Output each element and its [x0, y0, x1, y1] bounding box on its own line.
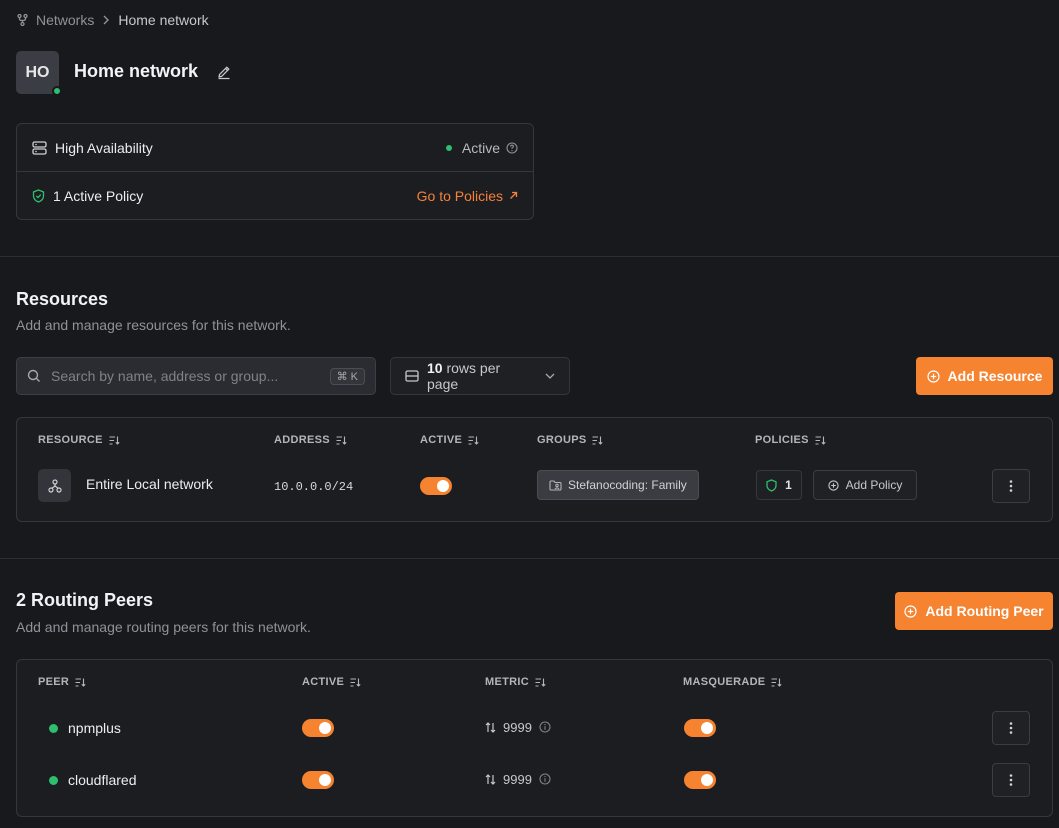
network-icon	[17, 14, 28, 26]
sort-icon	[109, 435, 120, 445]
search-shortcut-badge: ⌘ K	[329, 367, 365, 385]
policy-count-badge[interactable]: 1	[756, 470, 802, 500]
group-badge-label: Stefanocoding: Family	[568, 478, 687, 492]
high-availability-row: High Availability Active	[17, 124, 533, 172]
peer-more-button[interactable]	[992, 711, 1030, 745]
routing-peers-table: PEER ACTIVE METRIC MASQUERADE npmplus 99…	[16, 659, 1053, 817]
sort-icon	[468, 435, 479, 445]
peer-status-dot	[49, 775, 58, 785]
peer-more-button[interactable]	[992, 763, 1030, 797]
resources-subtitle: Add and manage resources for this networ…	[16, 317, 291, 333]
active-policy-label: 1 Active Policy	[53, 187, 144, 204]
rows-count: 10	[427, 360, 443, 376]
add-resource-button[interactable]: Add Resource	[916, 357, 1053, 395]
breadcrumb: Networks Home network	[17, 11, 209, 29]
chevron-down-icon	[545, 373, 555, 379]
sort-icon	[771, 677, 783, 687]
arrow-up-right-icon	[509, 191, 518, 200]
rows-per-page-select[interactable]: 10 rows per page	[390, 357, 570, 395]
plus-circle-icon	[926, 369, 940, 383]
resources-title: Resources	[16, 289, 109, 309]
ha-status-text: Active	[461, 139, 500, 156]
section-divider	[0, 256, 1059, 257]
avatar-initials: HO	[25, 63, 50, 81]
more-vertical-icon	[1009, 722, 1013, 734]
sort-icon	[592, 435, 604, 445]
more-vertical-icon	[1009, 774, 1013, 786]
resources-table: RESOURCE ADDRESS ACTIVE GROUPS POLICIES …	[16, 417, 1053, 522]
edit-name-button[interactable]	[216, 64, 232, 80]
column-header-groups[interactable]: GROUPS	[537, 434, 604, 446]
policy-count: 1	[785, 478, 792, 492]
routing-peers-title: 2 Routing Peers	[16, 590, 154, 610]
peer-metric: 9999	[503, 771, 532, 787]
resource-more-button[interactable]	[992, 469, 1030, 503]
resource-active-toggle[interactable]	[420, 477, 452, 495]
add-routing-peer-label: Add Routing Peer	[925, 603, 1044, 619]
help-icon[interactable]	[506, 141, 518, 154]
routing-peers-subtitle: Add and manage routing peers for this ne…	[16, 619, 311, 635]
breadcrumb-current: Home network	[118, 12, 209, 28]
peer-metric: 9999	[503, 719, 532, 735]
peer-masquerade-toggle[interactable]	[684, 719, 716, 737]
sort-icon	[535, 677, 546, 687]
resource-address: 10.0.0.0/24	[274, 480, 354, 494]
plus-circle-icon	[827, 479, 839, 491]
peer-name: npmplus	[68, 720, 121, 736]
arrows-up-down-icon	[485, 773, 496, 785]
column-header-active[interactable]: ACTIVE	[420, 434, 479, 446]
sort-icon	[815, 435, 826, 445]
resource-search: ⌘ K	[16, 357, 376, 395]
add-policy-button[interactable]: Add Policy	[813, 470, 917, 500]
more-vertical-icon	[1009, 480, 1013, 492]
sort-icon	[336, 435, 347, 445]
column-header-peer-active[interactable]: ACTIVE	[302, 676, 361, 688]
peer-name: cloudflared	[68, 772, 137, 788]
sort-icon	[350, 677, 361, 687]
search-input[interactable]	[51, 368, 330, 384]
folder-user-icon	[549, 479, 562, 491]
column-header-metric[interactable]: METRIC	[485, 676, 546, 688]
active-policy-row: 1 Active Policy Go to Policies	[17, 172, 533, 219]
rows-icon	[405, 370, 419, 382]
add-routing-peer-button[interactable]: Add Routing Peer	[895, 592, 1053, 630]
peer-active-toggle[interactable]	[302, 719, 334, 737]
info-icon	[539, 773, 551, 785]
column-header-resource[interactable]: RESOURCE	[38, 434, 120, 446]
column-header-address[interactable]: ADDRESS	[274, 434, 347, 446]
search-icon	[27, 369, 41, 383]
add-resource-label: Add Resource	[947, 368, 1043, 384]
status-dot	[445, 144, 452, 151]
page-title: Home network	[74, 61, 199, 81]
go-to-policies-label: Go to Policies	[416, 187, 503, 204]
chevron-right-icon	[102, 15, 110, 25]
plus-circle-icon	[904, 604, 917, 618]
peer-masquerade-toggle[interactable]	[684, 771, 716, 789]
group-badge[interactable]: Stefanocoding: Family	[537, 470, 699, 500]
breadcrumb-networks-link[interactable]: Networks	[36, 12, 94, 28]
high-availability-label: High Availability	[55, 139, 153, 156]
arrows-up-down-icon	[485, 721, 496, 733]
pencil-icon	[218, 66, 230, 80]
online-status-dot	[52, 86, 62, 96]
shield-icon	[766, 478, 777, 492]
info-icon	[539, 721, 551, 733]
sort-icon	[75, 677, 86, 687]
peer-active-toggle[interactable]	[302, 771, 334, 789]
peer-status-dot	[49, 723, 58, 733]
network-info-card: High Availability Active 1 Active Policy…	[16, 123, 534, 220]
avatar: HO	[16, 51, 62, 96]
server-icon	[32, 140, 47, 155]
add-policy-label: Add Policy	[845, 478, 903, 492]
column-header-peer[interactable]: PEER	[38, 676, 86, 688]
column-header-policies[interactable]: POLICIES	[755, 434, 826, 446]
resource-network-icon	[38, 469, 71, 502]
go-to-policies-link[interactable]: Go to Policies	[417, 188, 518, 204]
section-divider	[0, 558, 1059, 559]
resource-name: Entire Local network	[86, 475, 213, 492]
column-header-masquerade[interactable]: MASQUERADE	[683, 676, 783, 688]
shield-check-icon	[32, 188, 45, 203]
